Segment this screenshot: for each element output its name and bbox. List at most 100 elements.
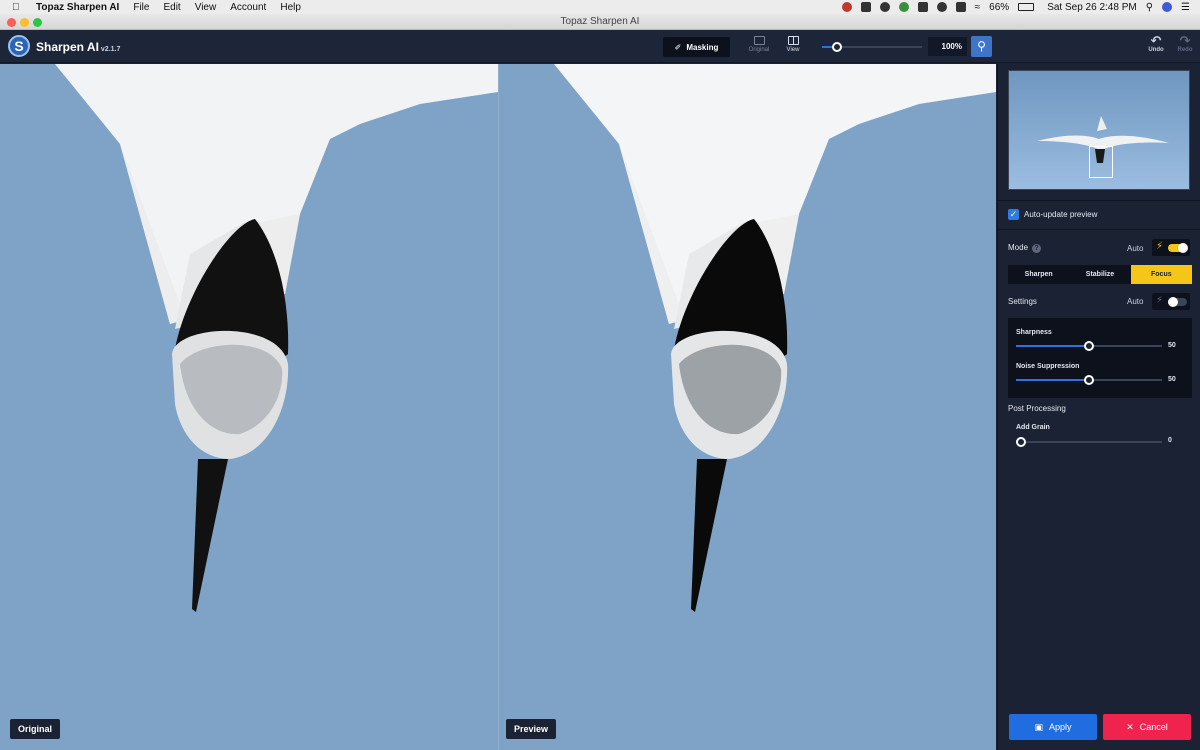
image-icon [753,36,765,45]
app-toolbar: S Sharpen AI v2.1.7 ✐ Masking Original Vi… [0,30,1200,63]
zoom-slider[interactable] [822,42,922,52]
sharpness-slider[interactable] [1016,341,1162,351]
record-icon[interactable] [841,2,852,12]
auto-update-preview-row[interactable]: ✓ Auto-update preview [1008,209,1097,220]
split-view-icon [787,36,799,45]
apply-button[interactable]: ▣ Apply [1009,714,1097,740]
auto-update-label: Auto-update preview [1024,210,1098,219]
sharpness-slider-handle[interactable] [1084,341,1094,351]
original-image-pane[interactable] [0,64,498,750]
app-title: Sharpen AI v2.1.7 [36,40,120,54]
masking-button-label: Masking [686,42,719,52]
help-icon[interactable]: ? [1032,244,1042,253]
redo-label: Redo [1177,47,1193,53]
menu-help[interactable]: Help [280,2,301,13]
apply-button-label: Apply [1049,722,1072,732]
sharpness-label: Sharpness [1016,329,1052,336]
sharpness-value[interactable]: 50 [1168,342,1176,349]
evernote-icon[interactable] [898,2,909,12]
settings-auto-label: Auto [1127,297,1144,306]
menu-account[interactable]: Account [230,2,266,13]
settings-label: Settings [1008,297,1037,306]
original-view-button[interactable]: Original [744,36,774,53]
preview-pane-label: Preview [506,719,557,739]
add-grain-value[interactable]: 0 [1168,437,1172,444]
menu-edit[interactable]: Edit [163,2,180,13]
mode-auto-label: Auto [1127,244,1144,253]
zoom-magnifier-button[interactable]: ⚲ [971,36,992,57]
mode-label: Mode? [1008,243,1042,253]
settings-auto-toggle-knob [1168,297,1178,307]
apply-icon: ▣ [1034,721,1043,732]
settings-auto-toggle-track [1168,297,1187,307]
window-maximize-button[interactable] [33,18,42,27]
menu-file[interactable]: File [133,2,149,13]
apple-icon[interactable]:  [12,2,22,13]
noise-suppression-label: Noise Suppression [1016,363,1080,370]
menu-clock[interactable]: Sat Sep 26 2:48 PM [1047,2,1137,13]
mode-auto-toggle-track [1168,243,1188,253]
image-canvas[interactable]: Original Preview [0,64,996,750]
mode-stabilize-button[interactable]: Stabilize [1069,265,1130,284]
lightning-icon: ⚡ [1156,295,1164,306]
menu-app-name[interactable]: Topaz Sharpen AI [36,2,119,13]
lightning-icon: ⚡ [1156,241,1164,252]
noise-suppression-slider[interactable] [1016,375,1162,385]
auto-update-checkbox[interactable]: ✓ [1008,209,1019,220]
masking-button[interactable]: ✐ Masking [663,37,730,57]
split-view-label: View [786,47,800,53]
navigator-viewport-box[interactable] [1089,146,1113,178]
control-center-icon[interactable]: ☰ [1181,2,1190,13]
search-icon[interactable]: ⚲ [1146,2,1153,13]
brush-icon: ✐ [674,42,682,52]
add-grain-slider-handle[interactable] [1016,437,1026,447]
macos-menu-bar:  Topaz Sharpen AI File Edit View Accoun… [0,0,1200,14]
panel-divider [998,200,1200,201]
mode-segmented-control: Sharpen Stabilize Focus [1008,265,1192,284]
zoom-slider-handle[interactable] [832,42,842,52]
add-grain-slider[interactable] [1016,437,1162,447]
magnifier-icon: ⚲ [977,39,986,53]
original-view-label: Original [748,47,770,53]
zoom-level-field[interactable]: 100% [928,37,967,56]
sharpness-slider-fill [1016,345,1089,347]
menu-view[interactable]: View [195,2,217,13]
siri-icon[interactable] [1162,2,1173,12]
sharpen-ai-logo-icon: S [8,35,30,57]
clock-icon[interactable] [879,2,890,12]
cleanmymac-icon[interactable] [936,2,947,12]
preview-image-pane[interactable] [499,64,996,750]
app-title-text: Sharpen AI [36,40,99,54]
settings-auto-toggle[interactable]: ⚡ [1152,293,1190,310]
window-icon[interactable] [955,2,966,12]
undo-icon: ↶ [1150,33,1162,48]
window-minimize-button[interactable] [20,18,29,27]
mode-sharpen-button[interactable]: Sharpen [1008,265,1069,284]
mode-auto-toggle[interactable]: ⚡ [1152,239,1190,256]
undo-label: Undo [1148,47,1164,53]
mode-focus-button[interactable]: Focus [1130,265,1192,284]
menu-status-area: ≈ 66% Sat Sep 26 2:48 PM ⚲ ☰ [841,1,1190,13]
battery-percent: 66% [989,1,1010,13]
window-close-button[interactable] [7,18,16,27]
split-view-button[interactable]: View [778,36,808,53]
window-title-bar: Topaz Sharpen AI [0,14,1200,30]
mode-auto-toggle-knob [1178,243,1188,253]
navigator-thumbnail[interactable] [1008,70,1190,190]
bird-original-image [55,64,498,612]
redo-icon: ↷ [1179,33,1191,48]
original-pane-label: Original [10,719,61,739]
wifi-icon[interactable]: ≈ [975,2,981,13]
noise-suppression-value[interactable]: 50 [1168,376,1176,383]
post-processing-label: Post Processing [1008,404,1066,413]
redo-button[interactable]: ↷ Redo [1173,33,1197,53]
battery-icon[interactable] [1018,3,1035,11]
add-grain-section: Add Grain 0 [1008,422,1192,452]
zoom-meeting-icon[interactable] [860,2,871,12]
mode-label-text: Mode [1008,243,1029,252]
undo-button[interactable]: ↶ Undo [1144,33,1168,53]
noise-suppression-slider-fill [1016,379,1089,381]
monitor-icon[interactable] [917,2,928,12]
cancel-button[interactable]: ✕ Cancel [1103,714,1191,740]
noise-suppression-slider-handle[interactable] [1084,375,1094,385]
